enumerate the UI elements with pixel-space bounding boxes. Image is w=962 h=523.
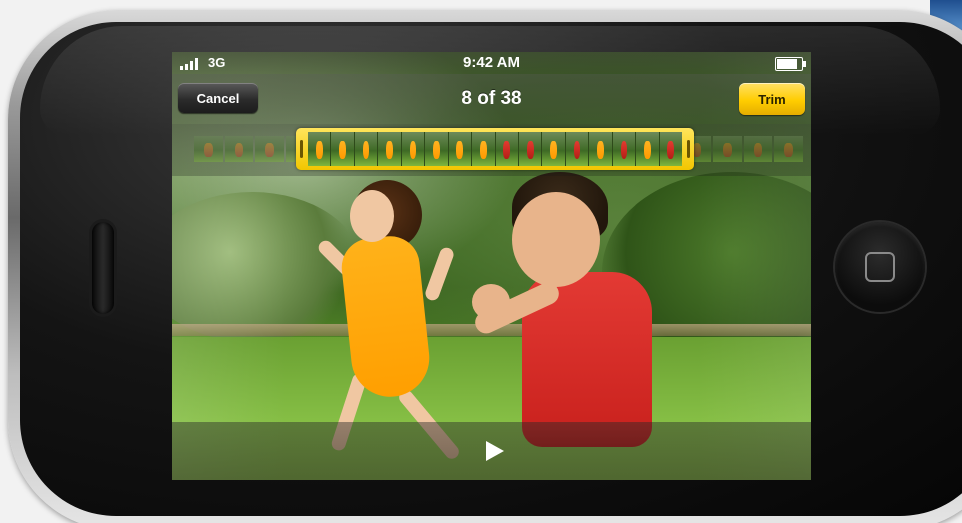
status-bar: 3G 9:42 AM — [172, 52, 811, 74]
status-time: 9:42 AM — [463, 54, 520, 71]
device-stage: 3G 9:42 AM Cancel 8 of 38 Trim — [0, 0, 962, 523]
home-square-icon — [865, 252, 895, 282]
trim-handle-left[interactable] — [300, 140, 303, 158]
frame-scrubber[interactable] — [172, 124, 811, 176]
play-icon[interactable] — [482, 439, 506, 463]
trim-button[interactable]: Trim — [739, 83, 805, 115]
home-button[interactable] — [835, 222, 925, 312]
nav-bar: Cancel 8 of 38 Trim — [172, 74, 811, 124]
trim-handle-right[interactable] — [687, 140, 690, 158]
playback-bar — [172, 422, 811, 480]
trim-selected-frames — [308, 132, 682, 166]
trim-selection[interactable] — [296, 128, 694, 170]
frame-counter-title: 8 of 38 — [461, 88, 522, 109]
battery-icon — [775, 57, 806, 71]
screen: 3G 9:42 AM Cancel 8 of 38 Trim — [172, 52, 811, 480]
earpiece-speaker — [92, 222, 114, 314]
